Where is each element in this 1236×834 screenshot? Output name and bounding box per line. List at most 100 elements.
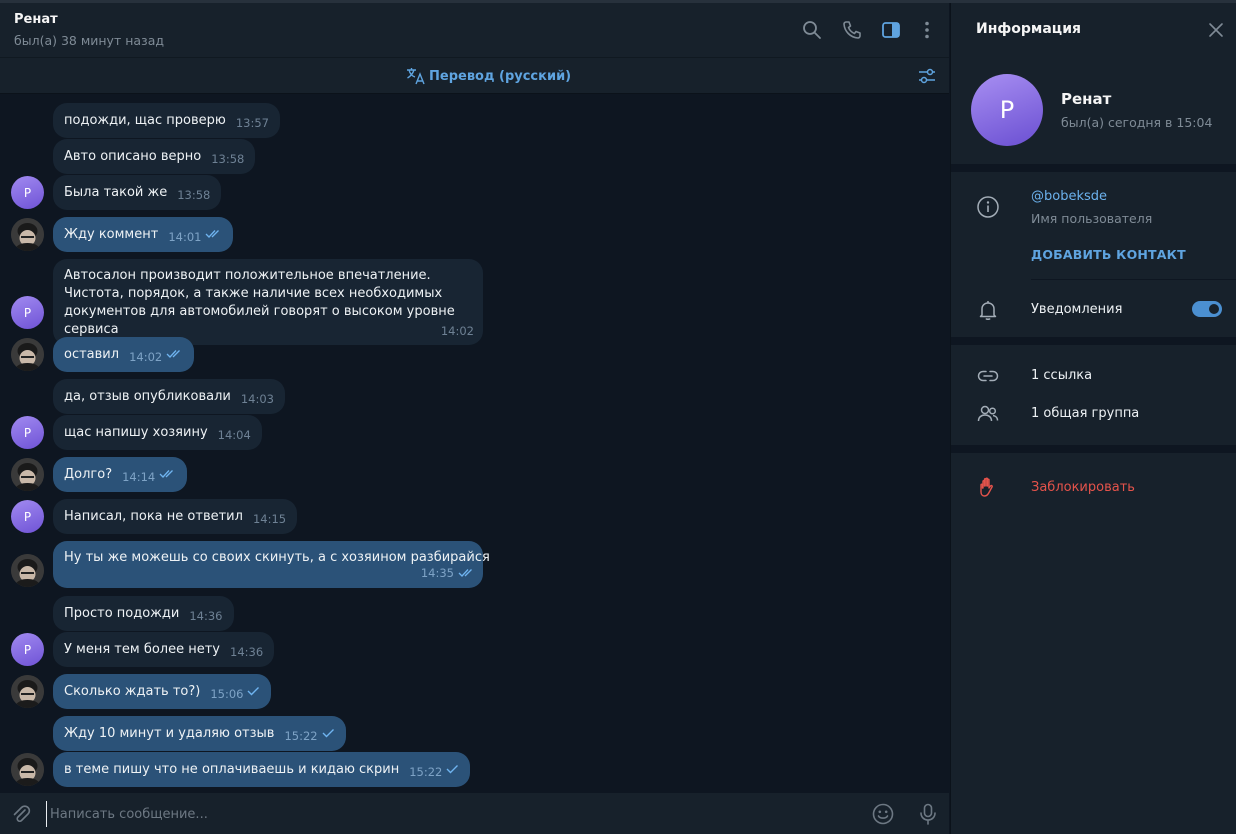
message-time: 15:22	[284, 729, 318, 743]
message-text: Жду 10 минут и удаляю отзыв	[64, 726, 275, 741]
double-check-icon	[159, 467, 176, 485]
message-text: оставил	[64, 347, 120, 362]
link-icon	[976, 364, 1000, 388]
profile-name: Ренат	[1061, 90, 1112, 108]
avatar[interactable]: Р	[11, 416, 44, 449]
chat-area: Ренат был(а) 38 минут назад Перевод (рус…	[0, 3, 949, 834]
translate-label: Перевод (русский)	[429, 68, 572, 84]
incoming-bubble[interactable]: Авто описано верно 13:58	[53, 139, 256, 174]
sidebar-toggle-icon[interactable]	[880, 19, 902, 41]
username-link[interactable]: @bobeksde	[1031, 189, 1107, 204]
avatar[interactable]: Р	[11, 633, 44, 666]
check-icon	[247, 684, 260, 702]
bell-icon	[976, 298, 1000, 322]
avatar[interactable]	[11, 218, 44, 251]
notifications-toggle[interactable]	[1192, 301, 1222, 317]
message-time: 14:14	[122, 470, 156, 484]
avatar[interactable]	[11, 675, 44, 708]
incoming-bubble[interactable]: щас напишу хозяину 14:04	[53, 415, 262, 450]
message-time: 14:15	[252, 512, 287, 526]
translate-button[interactable]: Перевод (русский)	[406, 67, 571, 85]
message-time: 14:02	[129, 350, 163, 364]
chat-status: был(а) 38 минут назад	[14, 33, 164, 48]
avatar[interactable]: Р	[11, 176, 44, 209]
message-text: Ну ты же можешь со своих скинуть, а с хо…	[64, 550, 490, 565]
message-input[interactable]	[46, 801, 846, 827]
message-text: да, отзыв опубликовали	[64, 389, 231, 404]
common-groups[interactable]: 1 общая группа	[1031, 406, 1139, 421]
message-text: У меня тем более нету	[64, 642, 220, 657]
divider	[951, 164, 1236, 172]
message-text: в теме пишу что не оплачиваешь и кидаю с…	[64, 762, 400, 777]
outgoing-bubble[interactable]: Жду 10 минут и удаляю отзыв 15:22	[53, 716, 346, 751]
username-label: Имя пользователя	[1031, 211, 1153, 226]
outgoing-bubble[interactable]: Сколько ждать то?) 15:06	[53, 674, 272, 709]
info-panel: Информация Р Ренат был(а) сегодня в 15:0…	[950, 3, 1236, 834]
message-time: 15:22	[409, 765, 443, 779]
incoming-bubble[interactable]: Просто подожди 14:36	[53, 596, 234, 631]
incoming-bubble[interactable]: У меня тем более нету 14:36	[53, 632, 275, 667]
check-icon	[446, 762, 459, 780]
check-icon	[322, 726, 335, 744]
incoming-bubble[interactable]: Автосалон производит положительное впеча…	[53, 259, 483, 345]
incoming-bubble[interactable]: Написал, пока не ответил 14:15	[53, 499, 298, 534]
toggle-knob	[1207, 302, 1221, 316]
microphone-icon[interactable]	[916, 802, 940, 826]
double-check-icon	[205, 227, 222, 245]
message-time: 13:58	[177, 188, 211, 202]
message-time: 14:36	[189, 609, 223, 623]
avatar[interactable]	[11, 458, 44, 491]
message-time: 14:03	[240, 392, 274, 406]
notifications-label: Уведомления	[1031, 302, 1123, 317]
phone-icon[interactable]	[841, 19, 863, 41]
message-time: 14:04	[217, 428, 251, 442]
double-check-icon	[458, 566, 475, 584]
message-composer	[0, 793, 949, 834]
translate-settings-icon[interactable]	[917, 66, 937, 86]
avatar[interactable]: Р	[11, 296, 44, 329]
message-text: Автосалон производит положительное впеча…	[64, 268, 455, 337]
outgoing-bubble[interactable]: в теме пишу что не оплачиваешь и кидаю с…	[53, 752, 471, 787]
incoming-bubble[interactable]: подожди, щас проверю 13:57	[53, 103, 281, 138]
info-icon	[976, 195, 1000, 219]
group-icon	[976, 402, 1000, 426]
shared-links[interactable]: 1 ссылка	[1031, 368, 1092, 383]
avatar[interactable]	[11, 753, 44, 786]
close-icon[interactable]	[1207, 21, 1225, 39]
block-hand-icon	[976, 475, 1000, 499]
message-text: Была такой же	[64, 185, 168, 200]
chat-title[interactable]: Ренат	[14, 12, 58, 27]
message-text: Просто подожди	[64, 606, 180, 621]
search-icon[interactable]	[801, 19, 823, 41]
translate-bar: Перевод (русский)	[0, 58, 949, 94]
incoming-bubble[interactable]: Была такой же 13:58	[53, 175, 222, 210]
info-title: Информация	[976, 21, 1081, 37]
message-list[interactable]: подожди, щас проверю 13:57 Авто описано в…	[0, 95, 949, 793]
message-text: подожди, щас проверю	[64, 113, 226, 128]
block-user-button[interactable]: Заблокировать	[1031, 480, 1135, 495]
message-time: 13:57	[235, 116, 270, 130]
divider	[951, 445, 1236, 453]
incoming-bubble[interactable]: да, отзыв опубликовали 14:03	[53, 379, 285, 414]
avatar[interactable]: Р	[11, 500, 44, 533]
double-check-icon	[166, 347, 183, 365]
emoji-icon[interactable]	[871, 802, 895, 826]
outgoing-bubble[interactable]: Ну ты же можешь со своих скинуть, а с хо…	[53, 541, 490, 588]
add-contact-button[interactable]: ДОБАВИТЬ КОНТАКТ	[1031, 247, 1186, 262]
outgoing-bubble[interactable]: Жду коммент 14:01	[53, 217, 234, 252]
outgoing-bubble[interactable]: Долго? 14:14	[53, 457, 188, 492]
outgoing-bubble[interactable]: оставил 14:02	[53, 337, 195, 372]
message-time: 14:01	[168, 230, 202, 244]
message-text: Жду коммент	[64, 227, 159, 242]
divider	[1031, 279, 1236, 280]
paperclip-icon[interactable]	[10, 803, 32, 825]
translate-icon	[407, 68, 425, 85]
profile-avatar[interactable]: Р	[971, 74, 1043, 146]
more-options-icon[interactable]	[916, 19, 938, 41]
message-text: Долго?	[64, 467, 113, 482]
divider	[951, 337, 1236, 345]
message-time: 13:58	[211, 152, 245, 166]
avatar[interactable]	[11, 554, 44, 587]
avatar[interactable]	[11, 338, 44, 371]
message-time: 14:36	[230, 645, 264, 659]
